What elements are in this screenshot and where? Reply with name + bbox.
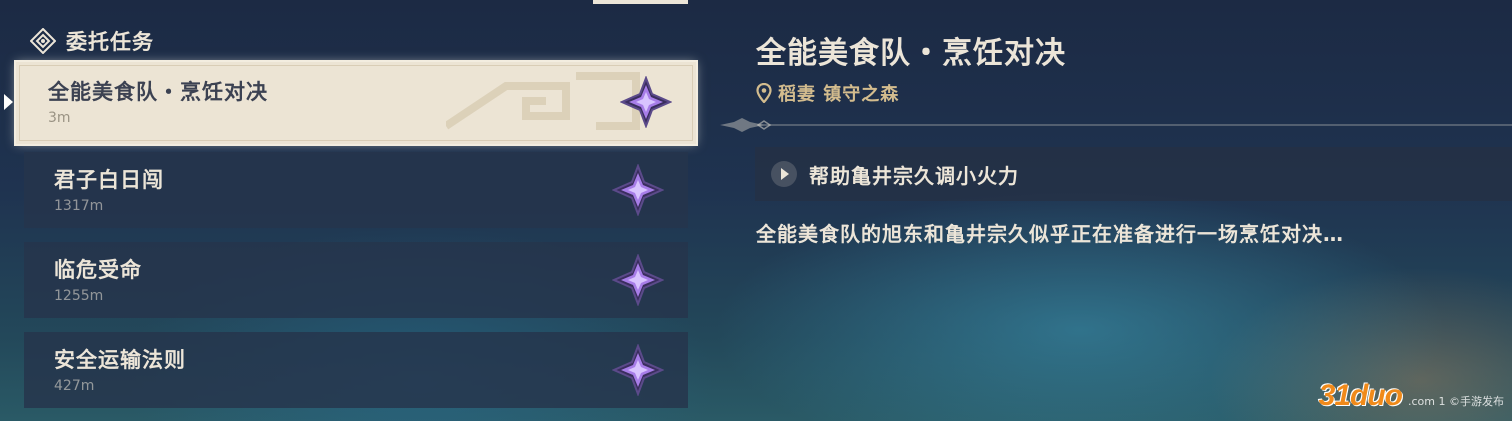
location-text: 稻妻 镇守之森 — [778, 84, 900, 105]
commission-star-icon — [620, 76, 672, 128]
commission-header: 委托任务 — [30, 26, 154, 56]
quest-location: 稻妻 镇守之森 — [756, 80, 899, 106]
quest-distance: 1255m — [54, 288, 104, 304]
quest-name: 安全运输法则 — [54, 348, 186, 372]
commission-star-icon — [612, 344, 664, 396]
location-pin-icon — [756, 83, 772, 103]
quest-name: 全能美食队・烹饪对决 — [48, 80, 268, 104]
play-arrow-icon — [771, 161, 797, 187]
watermark-logo: 31duo — [1318, 379, 1403, 412]
commission-star-icon — [612, 164, 664, 216]
quest-distance: 3m — [48, 110, 71, 126]
watermark: 31duo .com 1 ©手游发布 — [1319, 379, 1504, 413]
top-tab-indicator — [593, 0, 688, 4]
objective-text: 帮助亀井宗久调小火力 — [809, 163, 1019, 188]
quest-name: 临危受命 — [54, 258, 142, 282]
commission-diamond-icon — [30, 28, 56, 54]
commission-star-icon — [612, 254, 664, 306]
quest-distance: 427m — [54, 378, 95, 394]
quest-item[interactable]: 君子白日闯 1317m — [24, 152, 688, 228]
commission-title: 委托任务 — [66, 30, 154, 54]
quest-description: 全能美食队的旭东和亀井宗久似乎正在准备进行一场烹饪对决… — [756, 222, 1344, 246]
quest-distance: 1317m — [54, 198, 104, 214]
quest-detail-title: 全能美食队・烹饪对决 — [756, 36, 1066, 71]
watermark-text: .com 1 ©手游发布 — [1408, 395, 1504, 408]
quest-objective[interactable]: 帮助亀井宗久调小火力 — [755, 147, 1512, 201]
divider-ornament — [720, 118, 1512, 132]
selection-arrow-icon — [4, 94, 13, 110]
quest-item-selected[interactable]: 全能美食队・烹饪对决 3m — [16, 62, 696, 144]
decorative-pattern — [446, 72, 640, 130]
quest-item[interactable]: 临危受命 1255m — [24, 242, 688, 318]
quest-item[interactable]: 安全运输法则 427m — [24, 332, 688, 408]
quest-name: 君子白日闯 — [54, 168, 164, 192]
